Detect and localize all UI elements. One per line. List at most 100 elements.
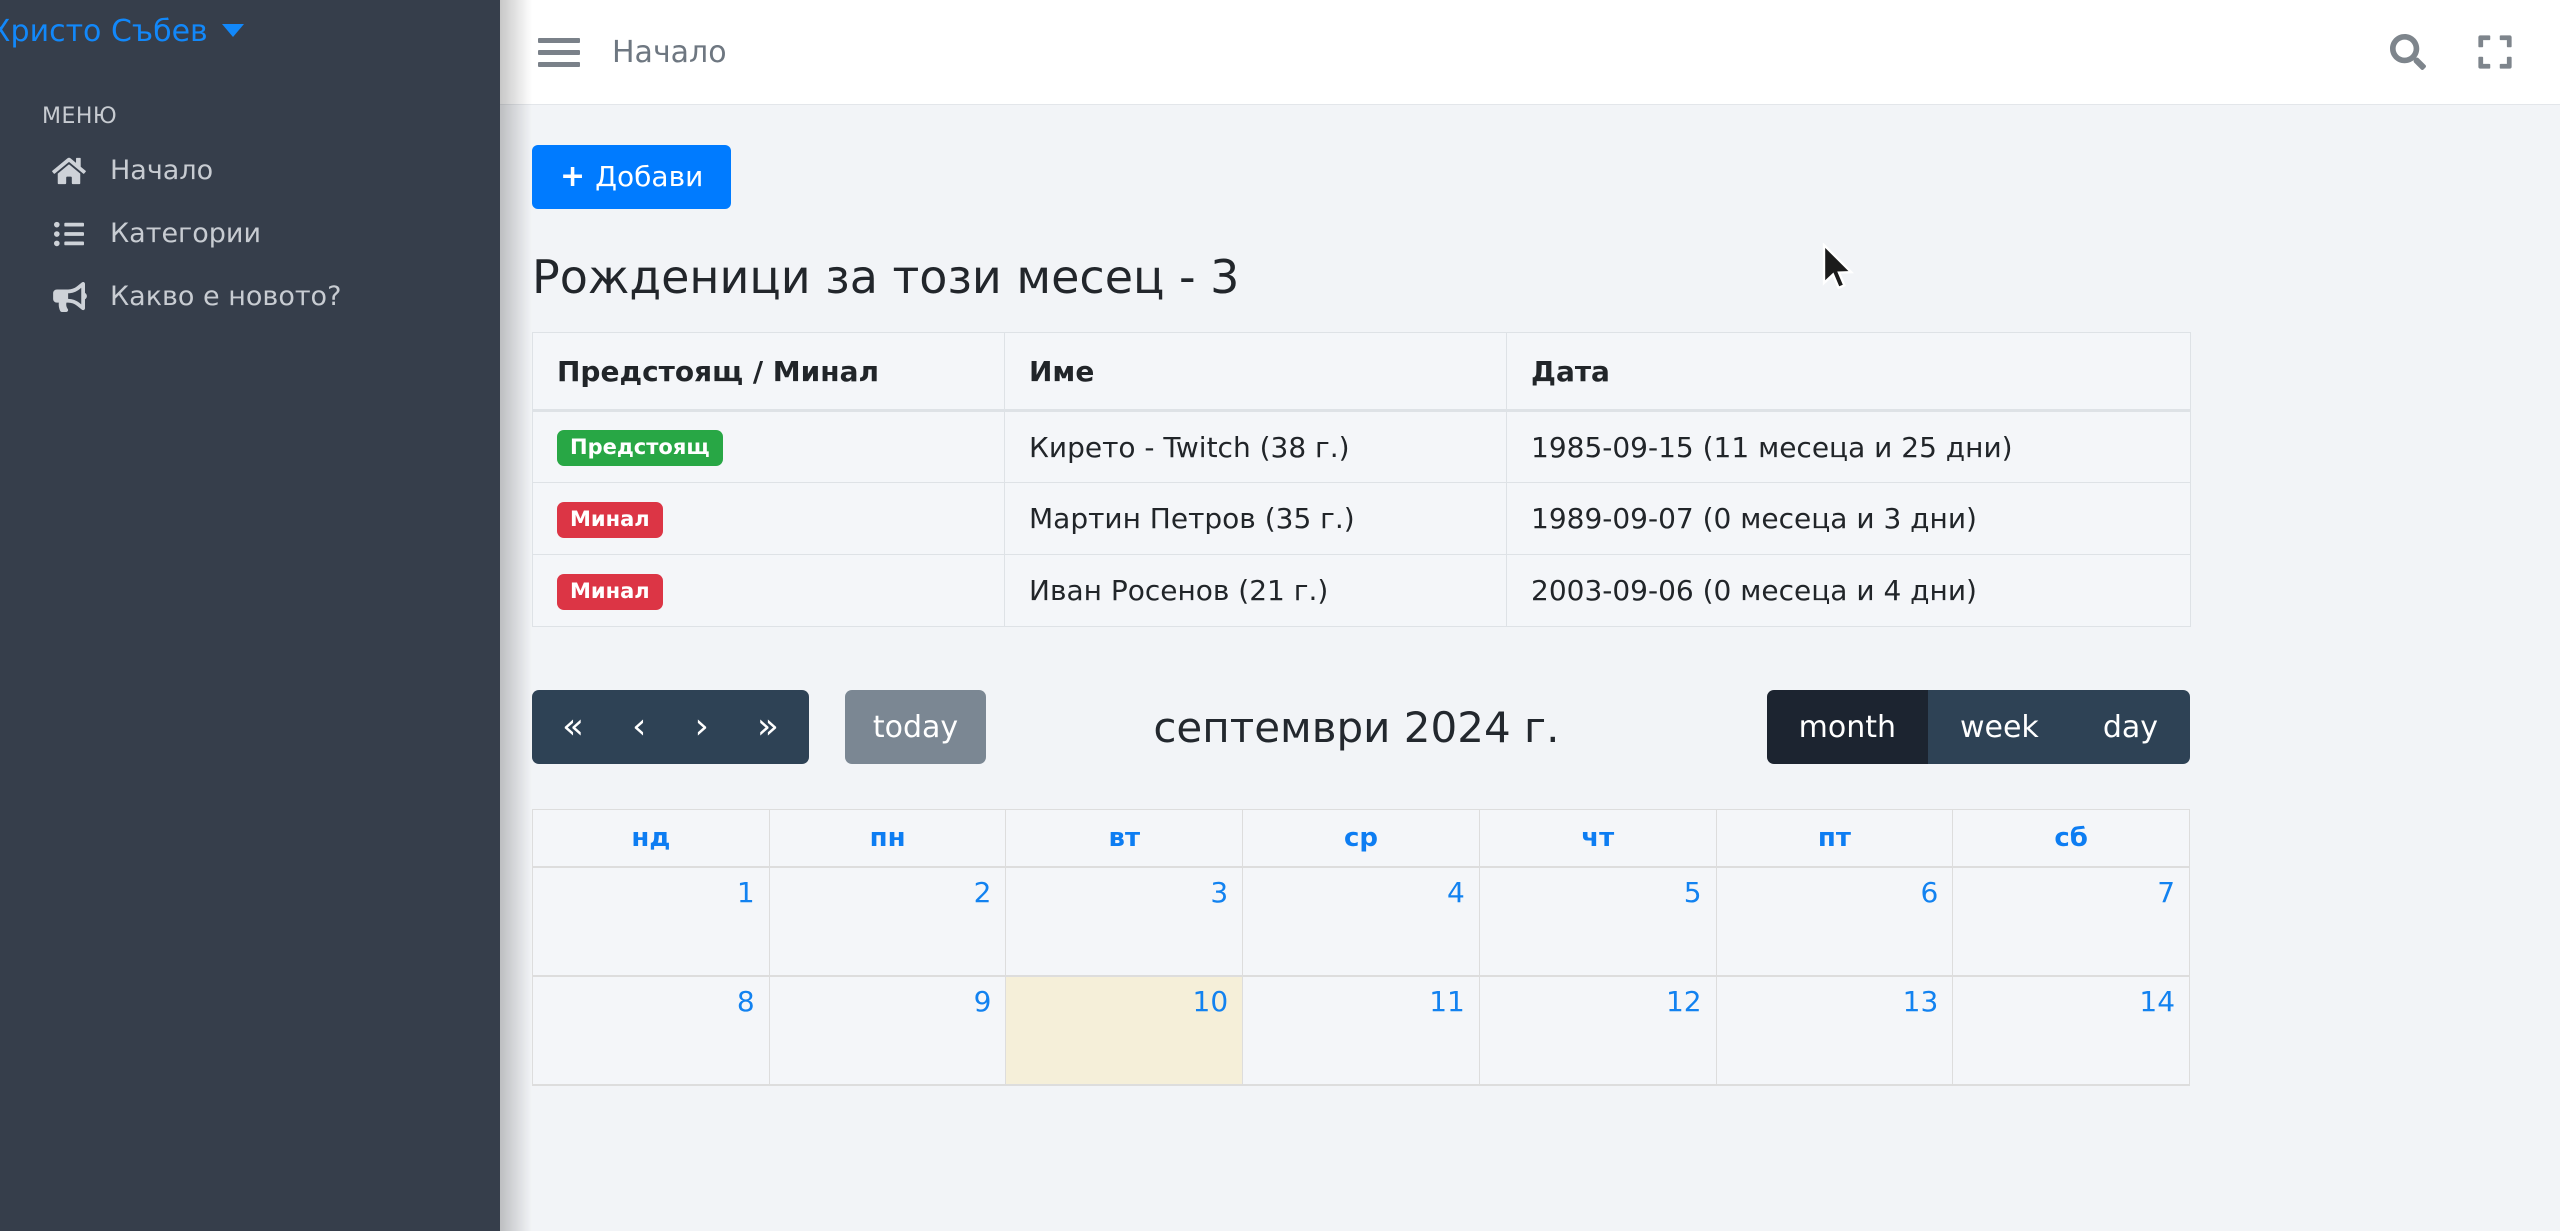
calendar-prev-year-button[interactable]: « [532,690,608,764]
search-icon[interactable] [2390,34,2426,70]
hamburger-bar [538,50,580,55]
calendar-day-number[interactable]: 6 [1920,876,1938,909]
sidebar-item-label: Какво е новото? [110,281,341,312]
calendar-week-row: 1 2 3 4 5 6 7 [533,868,2189,977]
calendar-day-cell-today[interactable]: 10 [1006,977,1243,1084]
table-body: Предстоящ Кирето - Twitch (38 г.) 1985-0… [533,411,2191,627]
sidebar-user-dropdown[interactable]: Христо Събев [0,0,500,76]
calendar-day-cell[interactable]: 4 [1243,868,1480,975]
fullscreen-expand-icon[interactable] [2476,33,2514,71]
calendar-view-day-button[interactable]: day [2071,690,2190,764]
calendar-day-cell[interactable]: 2 [770,868,1007,975]
table-head: Предстоящ / Минал Име Дата [533,333,2191,411]
calendar-prev-button[interactable]: ‹ [608,690,670,764]
add-button-label: Добави [595,163,703,191]
calendar-view-week-button[interactable]: week [1928,690,2071,764]
calendar-day-cell[interactable]: 14 [1953,977,2189,1084]
table-row[interactable]: Предстоящ Кирето - Twitch (38 г.) 1985-0… [533,411,2191,483]
calendar-day-cell[interactable]: 11 [1243,977,1480,1084]
sidebar-item-label: Начало [110,155,213,186]
double-chevron-right-icon: » [757,709,779,745]
sidebar-menu-heading: МЕНЮ [0,76,500,139]
double-chevron-left-icon: « [562,709,584,745]
calendar-day-number[interactable]: 10 [1193,985,1229,1018]
calendar-day-number[interactable]: 4 [1447,876,1465,909]
calendar-day-number[interactable]: 11 [1429,985,1465,1018]
calendar-day-number[interactable]: 1 [737,876,755,909]
calendar-grid: нд пн вт ср чт пт сб 1 2 3 4 5 6 7 [532,809,2190,1086]
calendar-day-cell[interactable]: 3 [1006,868,1243,975]
calendar-day-number[interactable]: 5 [1684,876,1702,909]
table-row[interactable]: Минал Мартин Петров (35 г.) 1989-09-07 (… [533,483,2191,555]
calendar-weekday-header: нд [533,810,770,866]
birthdays-table: Предстоящ / Минал Име Дата Предстоящ Кир… [532,332,2191,627]
sidebar-item-kakvo-e-novoto[interactable]: Какво е новото? [0,265,500,328]
column-header-status: Предстоящ / Минал [533,333,1005,411]
calendar-day-number[interactable]: 13 [1903,985,1939,1018]
add-button[interactable]: + Добави [532,145,731,209]
calendar-day-cell[interactable]: 1 [533,868,770,975]
cell-status: Предстоящ [533,411,1005,483]
calendar-day-cell[interactable]: 7 [1953,868,2189,975]
cell-status: Минал [533,555,1005,627]
cell-date: 2003-09-06 (0 месеца и 4 дни) [1507,555,2191,627]
calendar-toolbar: « ‹ › » today септември 2024 г. month we… [532,688,2190,766]
calendar-day-cell[interactable]: 12 [1480,977,1717,1084]
list-icon [52,219,98,249]
hamburger-bar [538,62,580,67]
sidebar-item-nachalo[interactable]: Начало [0,139,500,202]
main-content: + Добави Рождeници за този месец - 3 Пре… [500,105,2560,1231]
sidebar-item-kategorii[interactable]: Категории [0,202,500,265]
table-header-row: Предстоящ / Минал Име Дата [533,333,2191,411]
calendar-day-number[interactable]: 14 [2139,985,2175,1018]
top-navbar: Начало [500,0,2560,105]
calendar-day-number[interactable]: 12 [1666,985,1702,1018]
calendar-weekday-header-row: нд пн вт ср чт пт сб [533,810,2189,868]
table-row[interactable]: Минал Иван Росенов (21 г.) 2003-09-06 (0… [533,555,2191,627]
calendar-week-row: 8 9 10 11 12 13 14 [533,977,2189,1086]
megaphone-icon [52,282,98,312]
calendar-day-cell[interactable]: 9 [770,977,1007,1084]
calendar-day-number[interactable]: 7 [2157,876,2175,909]
status-badge: Минал [557,502,663,538]
calendar-day-number[interactable]: 8 [737,985,755,1018]
column-header-date: Дата [1507,333,2191,411]
cell-name: Иван Росенов (21 г.) [1005,555,1507,627]
calendar-view-group: month week day [1767,690,2190,764]
cell-name: Кирето - Twitch (38 г.) [1005,411,1507,483]
plus-icon: + [560,162,585,192]
calendar-next-year-button[interactable]: » [733,690,809,764]
calendar-weekday-header: вт [1006,810,1243,866]
calendar-weekday-header: ср [1243,810,1480,866]
column-header-name: Име [1005,333,1507,411]
calendar-next-button[interactable]: › [670,690,732,764]
chevron-right-icon: › [694,709,708,745]
cell-status: Минал [533,483,1005,555]
calendar-weekday-header: пт [1717,810,1954,866]
navbar-title: Начало [612,35,727,70]
calendar-weekday-header: чт [1480,810,1717,866]
cell-date: 1985-09-15 (11 месеца и 25 дни) [1507,411,2191,483]
navbar-actions [2390,33,2560,71]
calendar-view-month-button[interactable]: month [1767,690,1928,764]
sidebar: Христо Събев МЕНЮ Начало Категории Какво… [0,0,500,1231]
calendar-day-cell[interactable]: 5 [1480,868,1717,975]
calendar-day-number[interactable]: 2 [974,876,992,909]
calendar-day-cell[interactable]: 6 [1717,868,1954,975]
calendar-nav-group: « ‹ › » [532,690,809,764]
calendar-weekday-header: пн [770,810,1007,866]
calendar-day-cell[interactable]: 8 [533,977,770,1084]
hamburger-icon[interactable] [538,31,580,73]
calendar-weekday-header: сб [1953,810,2189,866]
sidebar-item-label: Категории [110,218,261,249]
cell-date: 1989-09-07 (0 месеца и 3 дни) [1507,483,2191,555]
calendar-day-number[interactable]: 9 [974,985,992,1018]
status-badge: Предстоящ [557,430,723,466]
caret-down-icon [222,24,244,37]
app-root: Христо Събев МЕНЮ Начало Категории Какво… [0,0,2560,1231]
cell-name: Мартин Петров (35 г.) [1005,483,1507,555]
calendar-day-cell[interactable]: 13 [1717,977,1954,1084]
sidebar-user-name: Христо Събев [0,14,208,50]
calendar-day-number[interactable]: 3 [1210,876,1228,909]
hamburger-bar [538,38,580,43]
